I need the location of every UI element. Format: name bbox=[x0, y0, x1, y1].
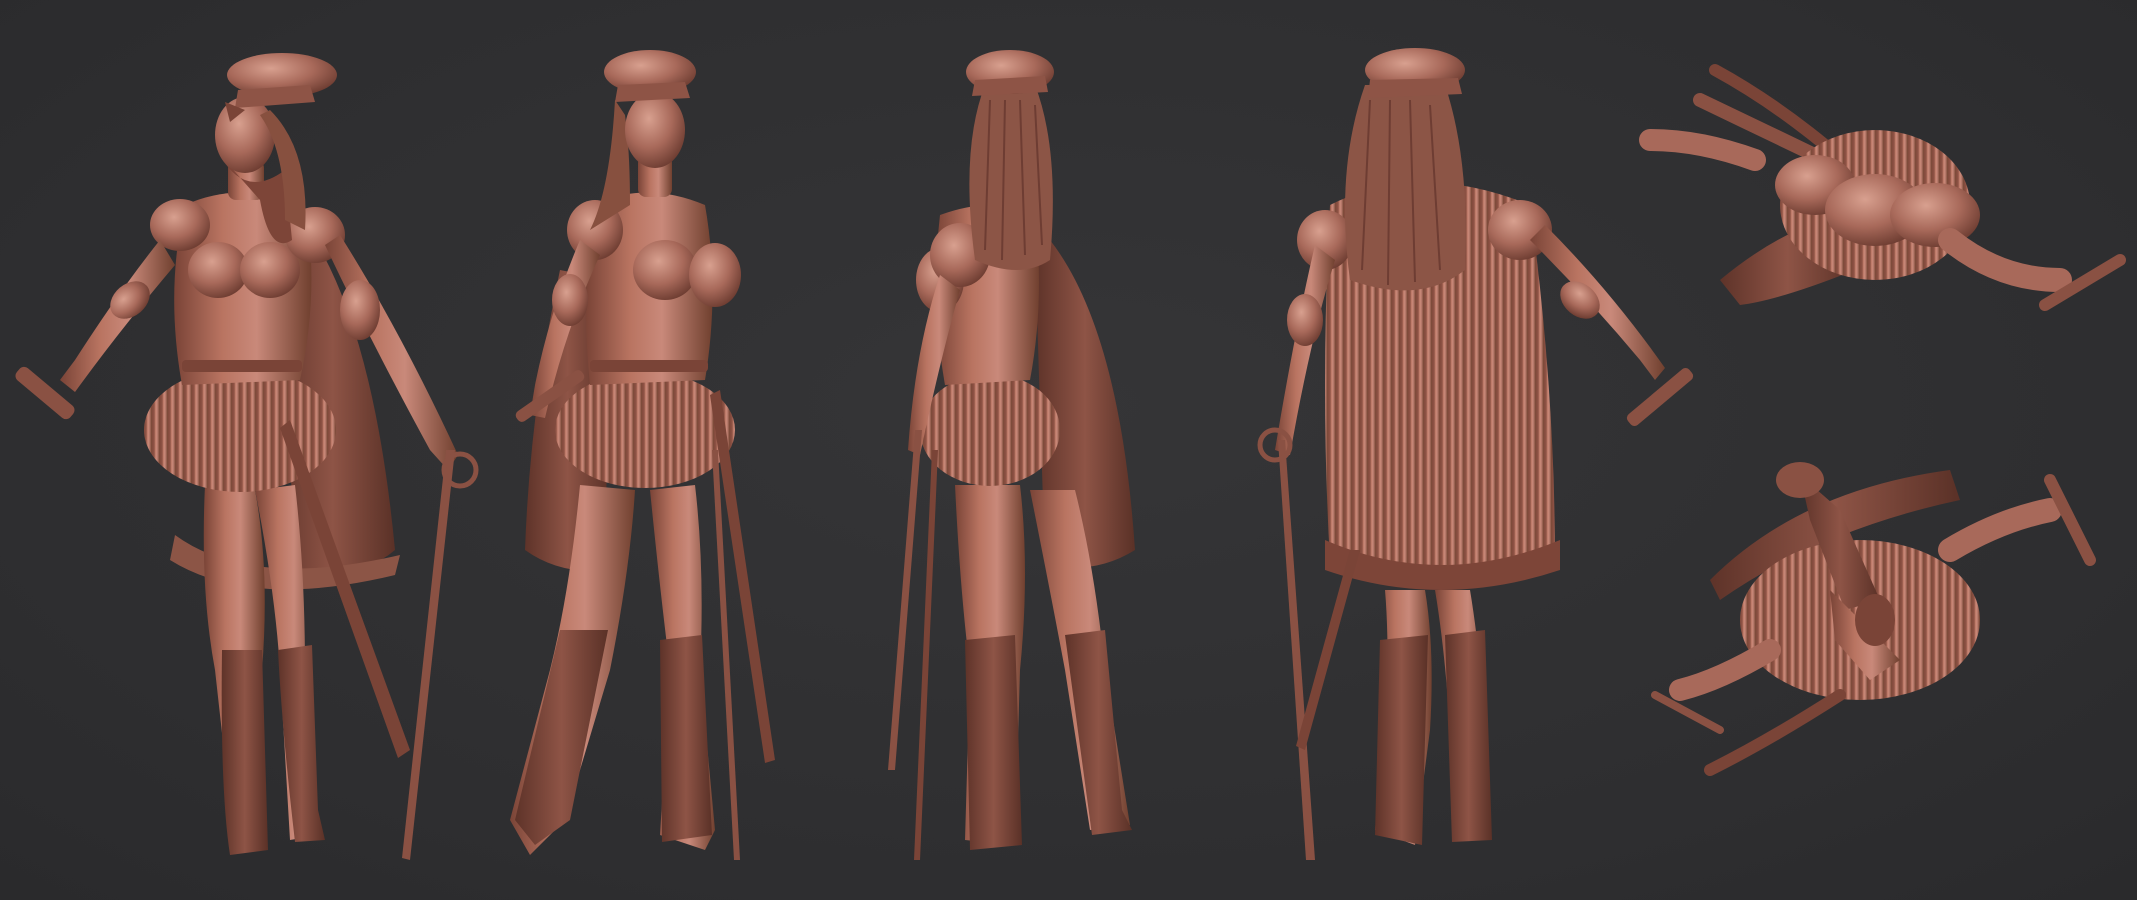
figure-back-side bbox=[860, 30, 1220, 870]
turntable-canvas bbox=[0, 0, 2137, 900]
figure-top-down bbox=[1620, 40, 2126, 380]
figure-front-three-quarter bbox=[0, 30, 500, 870]
figure-front-side bbox=[490, 30, 850, 870]
figure-bottom-up bbox=[1620, 440, 2120, 800]
